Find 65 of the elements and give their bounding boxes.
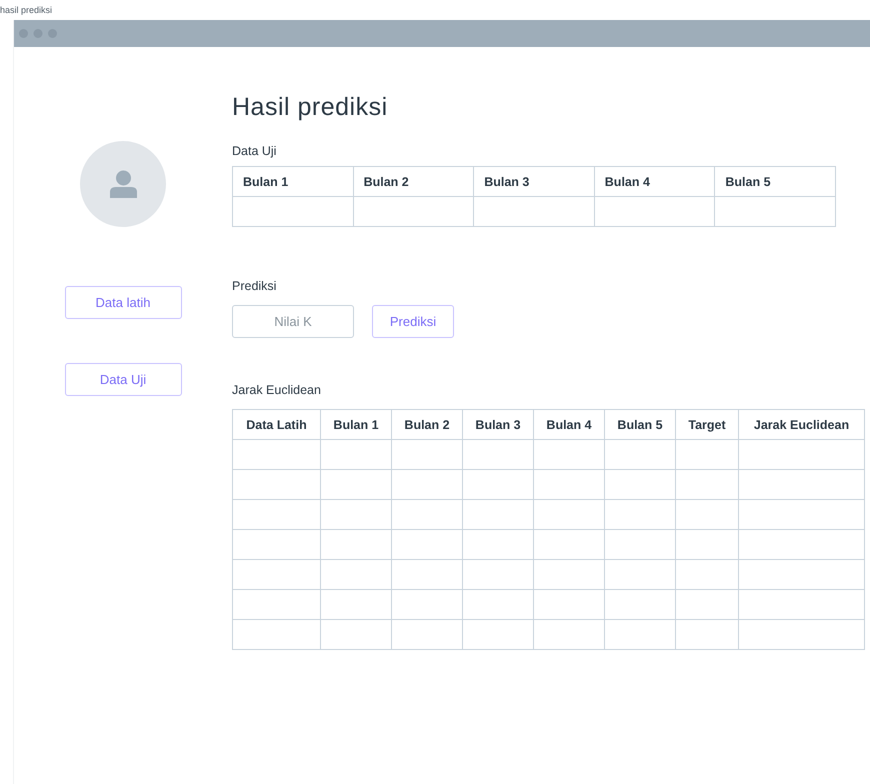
table-cell xyxy=(462,530,534,560)
table-cell xyxy=(462,620,534,650)
column-header: Target xyxy=(676,410,738,440)
table-cell xyxy=(534,440,604,470)
column-header: Bulan 2 xyxy=(392,410,462,440)
table-cell xyxy=(676,620,738,650)
input-field[interactable]: Nilai K xyxy=(232,305,354,338)
table-cell xyxy=(534,560,604,590)
table-cell xyxy=(462,470,534,500)
user-icon xyxy=(110,170,136,198)
table-cell xyxy=(676,440,738,470)
table-cell xyxy=(392,620,462,650)
sidebar-button[interactable]: Data latih xyxy=(64,286,182,319)
table-cell xyxy=(320,530,392,560)
table-cell xyxy=(392,560,462,590)
table-cell xyxy=(392,530,462,560)
table-cell xyxy=(320,440,392,470)
table-cell xyxy=(320,560,392,590)
column-header: Data Latih xyxy=(232,410,320,440)
table-cell xyxy=(604,440,676,470)
column-header: Jarak Euclidean xyxy=(738,410,864,440)
table-cell xyxy=(462,590,534,620)
column-header: Bulan 5 xyxy=(604,410,676,440)
table-cell xyxy=(392,500,462,530)
table-cell xyxy=(534,530,604,560)
table-cell xyxy=(604,560,676,590)
table-cell xyxy=(392,590,462,620)
section-label: Jarak Euclidean xyxy=(232,383,321,397)
sidebar-button[interactable]: Data Uji xyxy=(64,363,182,396)
column-header: Bulan 1 xyxy=(320,410,392,440)
table-cell xyxy=(462,440,534,470)
table-cell xyxy=(392,440,462,470)
table-cell xyxy=(462,560,534,590)
table-cell xyxy=(392,470,462,500)
table-cell xyxy=(462,500,534,530)
column-header: Bulan 2 xyxy=(353,166,474,196)
table-cell xyxy=(676,530,738,560)
page-title: Hasil prediksi xyxy=(232,92,388,122)
column-header: Bulan 4 xyxy=(534,410,604,440)
table-cell xyxy=(676,590,738,620)
table-cell xyxy=(604,470,676,500)
table-cell xyxy=(320,470,392,500)
column-header: Bulan 5 xyxy=(714,166,836,196)
column-header: Bulan 3 xyxy=(474,166,594,196)
column-header: Bulan 3 xyxy=(462,410,534,440)
table-cell xyxy=(676,560,738,590)
table-cell xyxy=(534,620,604,650)
table-cell xyxy=(604,500,676,530)
table-cell xyxy=(320,590,392,620)
table-cell xyxy=(676,470,738,500)
table-cell xyxy=(320,620,392,650)
table-cell xyxy=(534,470,604,500)
table-cell xyxy=(604,530,676,560)
table-cell xyxy=(534,590,604,620)
table-cell xyxy=(676,500,738,530)
page-label: hasil prediksi xyxy=(0,4,52,17)
table-cell xyxy=(604,590,676,620)
column-header: Bulan 1 xyxy=(232,166,354,196)
table-cell xyxy=(604,620,676,650)
table-cell xyxy=(320,500,392,530)
section-label: Prediksi xyxy=(232,279,276,293)
table-cell xyxy=(534,500,604,530)
predict-button[interactable]: Prediksi xyxy=(372,305,454,338)
section-label: Data Uji xyxy=(232,144,276,158)
column-header: Bulan 4 xyxy=(594,166,715,196)
